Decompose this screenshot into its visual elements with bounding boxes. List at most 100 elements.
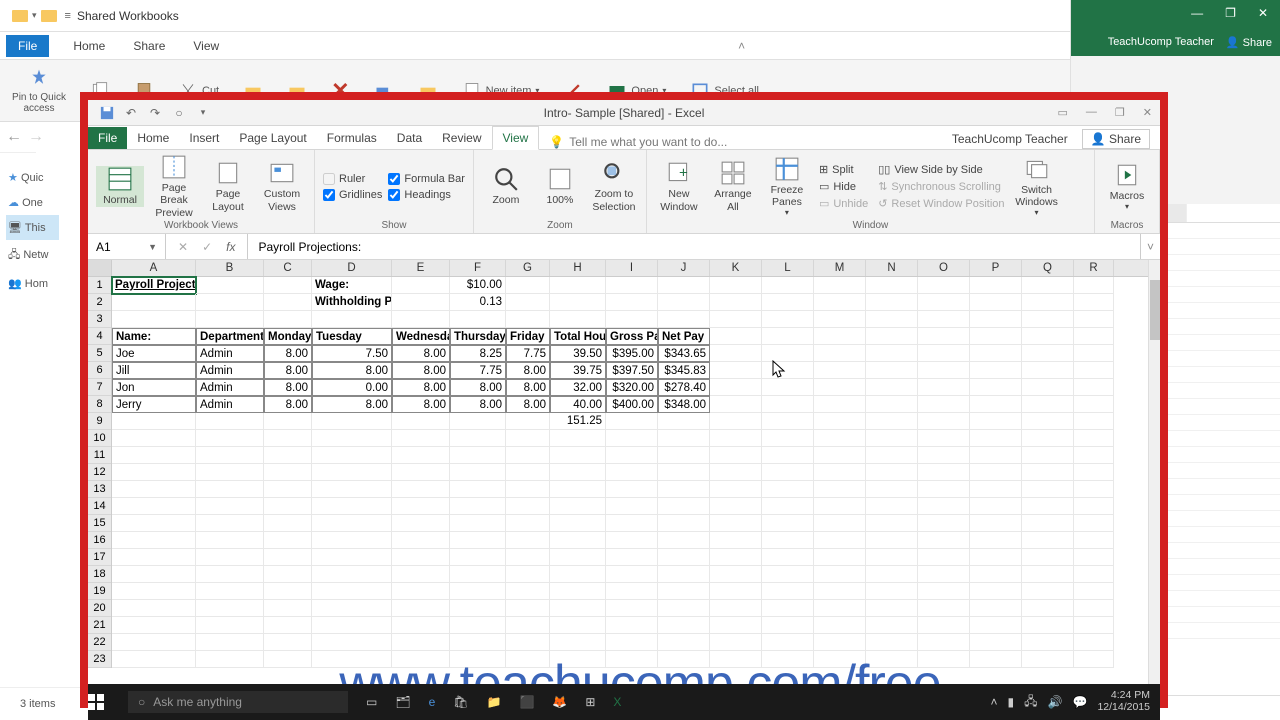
cell-B11[interactable] (196, 447, 264, 464)
col-header-Q[interactable]: Q (1022, 260, 1074, 276)
cell-R13[interactable] (1074, 481, 1114, 498)
cell-F7[interactable]: 8.00 (450, 379, 506, 396)
cell-C7[interactable]: 8.00 (264, 379, 312, 396)
cell-C15[interactable] (264, 515, 312, 532)
cell-P12[interactable] (970, 464, 1022, 481)
cell-H12[interactable] (550, 464, 606, 481)
cell-A20[interactable] (112, 600, 196, 617)
row-header-6[interactable]: 6 (88, 362, 111, 379)
cell-L3[interactable] (762, 311, 814, 328)
cell-I19[interactable] (606, 583, 658, 600)
cell-P20[interactable] (970, 600, 1022, 617)
cell-C1[interactable] (264, 277, 312, 294)
col-header-K[interactable]: K (710, 260, 762, 276)
cell-I15[interactable] (606, 515, 658, 532)
new-window-button[interactable]: + New Window (655, 160, 703, 212)
cell-L15[interactable] (762, 515, 814, 532)
cell-K22[interactable] (710, 634, 762, 651)
back-excel-share-button[interactable]: 👤 Share (1226, 36, 1272, 49)
cell-H14[interactable] (550, 498, 606, 515)
cell-I7[interactable]: $320.00 (606, 379, 658, 396)
cell-D12[interactable] (312, 464, 392, 481)
tray-volume-icon[interactable]: 🔊 (1048, 695, 1063, 709)
cell-C17[interactable] (264, 549, 312, 566)
cell-F17[interactable] (450, 549, 506, 566)
cell-G5[interactable]: 7.75 (506, 345, 550, 362)
tray-network-icon[interactable]: 🖧 (1024, 692, 1037, 713)
cell-L10[interactable] (762, 430, 814, 447)
cell-E21[interactable] (392, 617, 450, 634)
cell-A11[interactable] (112, 447, 196, 464)
cell-Q12[interactable] (1022, 464, 1074, 481)
cell-P21[interactable] (970, 617, 1022, 634)
explorer-collapse-icon[interactable]: ˄ (738, 39, 745, 53)
cell-O22[interactable] (918, 634, 970, 651)
cell-A15[interactable] (112, 515, 196, 532)
explorer-home-tab[interactable]: Home (73, 39, 105, 53)
cell-R20[interactable] (1074, 600, 1114, 617)
taskbar-clock[interactable]: 4:24 PM 12/14/2015 (1097, 690, 1150, 713)
row-header-11[interactable]: 11 (88, 447, 111, 464)
cell-J13[interactable] (658, 481, 710, 498)
cell-J20[interactable] (658, 600, 710, 617)
row-header-10[interactable]: 10 (88, 430, 111, 447)
taskbar-calculator-icon[interactable]: ⊞ (585, 695, 595, 709)
cell-B16[interactable] (196, 532, 264, 549)
cell-Q1[interactable] (1022, 277, 1074, 294)
col-header-O[interactable]: O (918, 260, 970, 276)
cell-C10[interactable] (264, 430, 312, 447)
cell-E15[interactable] (392, 515, 450, 532)
cell-R12[interactable] (1074, 464, 1114, 481)
cell-K13[interactable] (710, 481, 762, 498)
cell-R3[interactable] (1074, 311, 1114, 328)
cell-N20[interactable] (866, 600, 918, 617)
cell-P9[interactable] (970, 413, 1022, 430)
cell-J21[interactable] (658, 617, 710, 634)
cell-P4[interactable] (970, 328, 1022, 345)
cell-I18[interactable] (606, 566, 658, 583)
cell-I6[interactable]: $397.50 (606, 362, 658, 379)
cell-L1[interactable] (762, 277, 814, 294)
cell-E18[interactable] (392, 566, 450, 583)
col-header-C[interactable]: C (264, 260, 312, 276)
start-button[interactable] (88, 694, 128, 710)
cell-I21[interactable] (606, 617, 658, 634)
redo-icon[interactable]: ↷ (148, 106, 162, 120)
cell-F6[interactable]: 7.75 (450, 362, 506, 379)
cell-M18[interactable] (814, 566, 866, 583)
row-header-3[interactable]: 3 (88, 311, 111, 328)
cell-E13[interactable] (392, 481, 450, 498)
cell-M13[interactable] (814, 481, 866, 498)
zoom-to-selection-button[interactable]: Zoom to Selection (590, 160, 638, 212)
cell-B22[interactable] (196, 634, 264, 651)
cell-I8[interactable]: $400.00 (606, 396, 658, 413)
cell-Q9[interactable] (1022, 413, 1074, 430)
cell-R9[interactable] (1074, 413, 1114, 430)
sidebar-onedrive[interactable]: ☁ One (6, 190, 59, 215)
cell-F19[interactable] (450, 583, 506, 600)
cell-H11[interactable] (550, 447, 606, 464)
cell-F11[interactable] (450, 447, 506, 464)
cell-Q17[interactable] (1022, 549, 1074, 566)
cell-I12[interactable] (606, 464, 658, 481)
excel-user[interactable]: TeachUcomp Teacher (952, 132, 1068, 146)
cell-J8[interactable]: $348.00 (658, 396, 710, 413)
enter-formula-icon[interactable]: ✓ (202, 240, 212, 254)
cell-I20[interactable] (606, 600, 658, 617)
cell-D16[interactable] (312, 532, 392, 549)
cell-M1[interactable] (814, 277, 866, 294)
cell-N13[interactable] (866, 481, 918, 498)
cell-F20[interactable] (450, 600, 506, 617)
view-side-by-side-button[interactable]: ▯▯View Side by Side (876, 162, 1006, 177)
taskbar-folder-icon[interactable]: 📁 (487, 695, 502, 709)
cell-B15[interactable] (196, 515, 264, 532)
cell-H1[interactable] (550, 277, 606, 294)
cell-C18[interactable] (264, 566, 312, 583)
cell-F21[interactable] (450, 617, 506, 634)
cell-A6[interactable]: Jill (112, 362, 196, 379)
cell-G17[interactable] (506, 549, 550, 566)
cell-F10[interactable] (450, 430, 506, 447)
cell-B8[interactable]: Admin (196, 396, 264, 413)
cell-P2[interactable] (970, 294, 1022, 311)
cell-H15[interactable] (550, 515, 606, 532)
